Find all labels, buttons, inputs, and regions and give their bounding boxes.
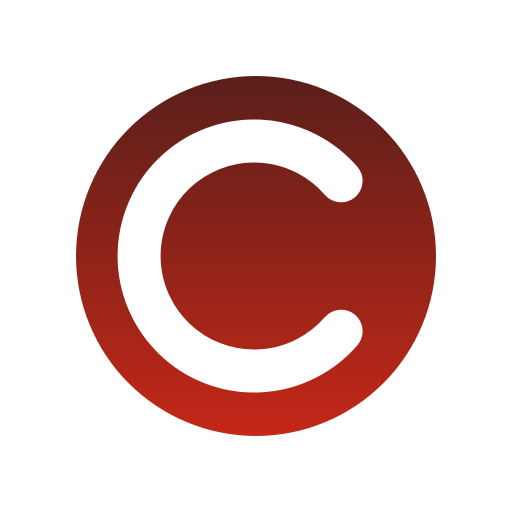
c-letter-logo-icon bbox=[76, 76, 436, 436]
app-icon-canvas bbox=[0, 0, 512, 512]
